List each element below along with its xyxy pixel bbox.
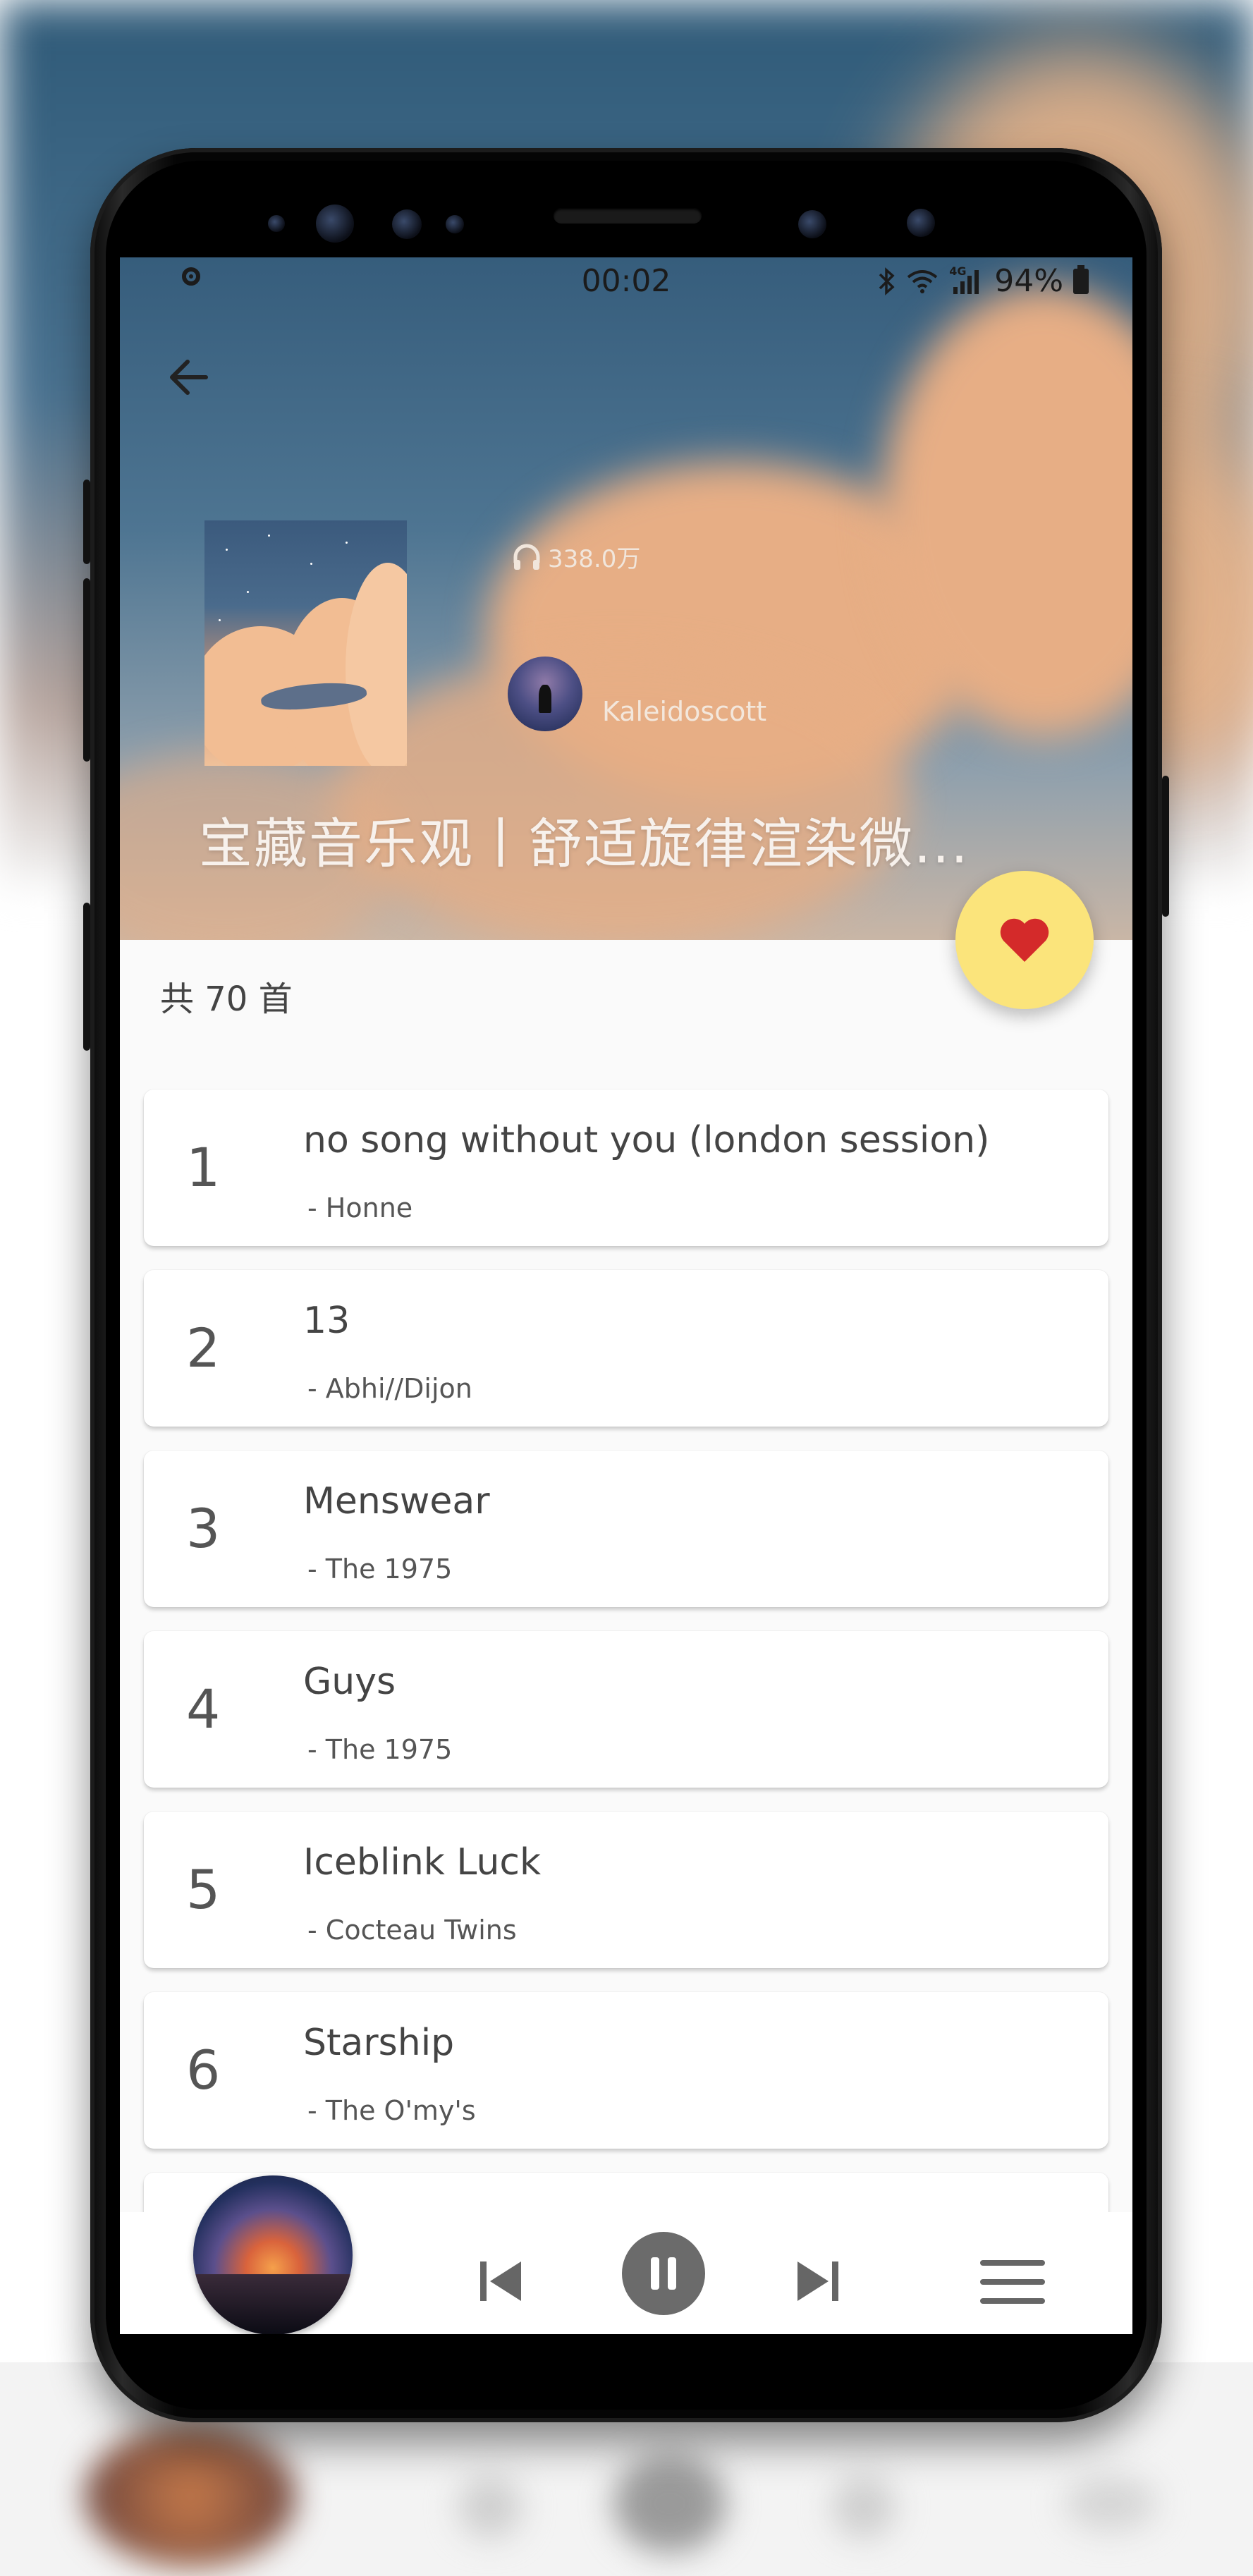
pause-button[interactable] (622, 2232, 705, 2315)
heart-icon (1000, 918, 1049, 962)
playlist-title: 宝藏音乐观丨舒适旋律渲染微... (199, 812, 970, 875)
song-count: 共 70 首 (160, 979, 293, 1019)
volume-up-key (83, 480, 90, 564)
back-button[interactable] (161, 349, 217, 405)
song-item[interactable]: 4 Guys - The 1975 (144, 1631, 1108, 1788)
skip-previous-icon (480, 2261, 521, 2301)
signal-icon: 4G (948, 264, 984, 295)
pause-icon (651, 2257, 676, 2290)
song-item[interactable]: 2 13 - Abhi//Dijon (144, 1270, 1108, 1427)
song-index: 6 (186, 2039, 221, 2101)
playlist-menu-button[interactable] (977, 2250, 1048, 2314)
sensor-dot (268, 215, 285, 232)
song-index: 3 (186, 1497, 221, 1560)
song-artist: - Abhi//Dijon (307, 1373, 472, 1404)
next-button[interactable] (790, 2253, 846, 2309)
headphones-icon (513, 544, 540, 570)
song-item[interactable]: 6 Starship - The O'my's (144, 1992, 1108, 2149)
arrow-left-icon (170, 360, 208, 395)
song-title: no song without you (london session) (303, 1119, 990, 1161)
song-index: 4 (186, 1678, 221, 1740)
creator-avatar[interactable] (508, 657, 582, 731)
app-screen: 00:02 4G 94% 338.0万 Kaleidoscott 宝藏音乐观丨舒… (120, 257, 1132, 2334)
song-title: Guys (303, 1661, 396, 1703)
song-item[interactable]: 3 Menswear - The 1975 (144, 1451, 1108, 1607)
song-index: 1 (186, 1136, 221, 1199)
previous-button[interactable] (472, 2253, 529, 2309)
playlist-header: 00:02 4G 94% 338.0万 Kaleidoscott 宝藏音乐观丨舒… (120, 257, 1132, 940)
song-artist: - Cocteau Twins (307, 1915, 517, 1946)
front-camera (798, 210, 826, 238)
battery-icon (1073, 264, 1089, 294)
song-artist: - Honne (307, 1192, 413, 1223)
volume-down-key (83, 578, 90, 762)
bluetooth-icon (879, 267, 895, 295)
song-index: 2 (186, 1317, 221, 1379)
song-item[interactable]: 5 Iceblink Luck - Cocteau Twins (144, 1812, 1108, 1968)
earpiece-speaker (554, 208, 702, 224)
song-artist: - The 1975 (307, 1553, 453, 1585)
song-title: Iceblink Luck (303, 1841, 542, 1884)
song-title: Starship (303, 2022, 455, 2064)
play-count-value: 338.0万 (548, 545, 641, 573)
status-bar: 00:02 4G 94% (120, 257, 1132, 304)
bixby-key (83, 903, 90, 1051)
song-artist: - The O'my's (307, 2095, 476, 2126)
play-count: 338.0万 (511, 539, 640, 574)
light-sensor (446, 215, 464, 233)
playlist-cover[interactable] (204, 520, 407, 766)
now-playing-cover[interactable] (193, 2175, 353, 2334)
iris-camera (316, 205, 354, 243)
song-index: 5 (186, 1858, 221, 1921)
battery-percent: 94% (994, 263, 1063, 299)
creator-name[interactable]: Kaleidoscott (602, 696, 766, 727)
song-item[interactable]: 1 no song without you (london session) -… (144, 1089, 1108, 1246)
song-artist: - The 1975 (307, 1734, 453, 1765)
skip-next-icon (797, 2261, 838, 2301)
power-key (1162, 776, 1169, 917)
favorite-button[interactable] (955, 871, 1094, 1009)
proximity-sensor (392, 209, 422, 239)
menu-icon (980, 2260, 1045, 2304)
song-title: Menswear (303, 1480, 490, 1522)
iris-sensor (907, 209, 935, 237)
song-title: 13 (303, 1300, 350, 1342)
wifi-icon (907, 269, 938, 293)
